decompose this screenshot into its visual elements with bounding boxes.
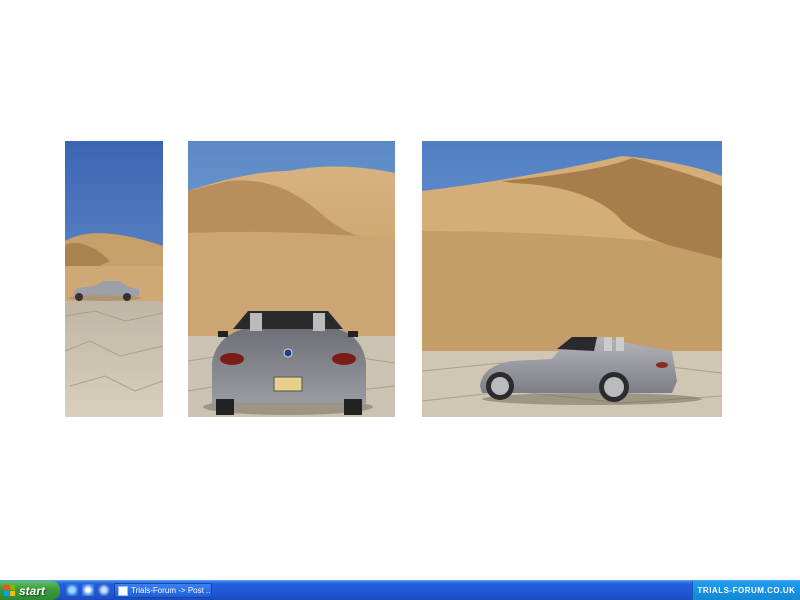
taskbar-window-button[interactable]: Trials-Forum -> Post ... [114,583,212,598]
outlook-express-icon[interactable] [82,584,94,596]
browser-window-icon [118,585,128,596]
wallpaper-panel-left [65,141,163,417]
wallpaper-panel-middle [188,141,395,417]
windows-media-icon[interactable] [98,584,110,596]
taskbar-window-label: Trials-Forum -> Post ... [131,586,212,595]
desert-car-image-left [65,141,163,417]
desert-car-image-right [422,141,722,417]
system-tray: TRIALS-FORUM.CO.UK [692,581,800,600]
wallpaper-panel-right [422,141,722,417]
desktop-wallpaper [0,0,800,580]
desert-car-image-middle [188,141,395,417]
quick-launch-bar [66,584,110,596]
windows-flag-icon [4,584,16,597]
start-button[interactable]: start [0,581,60,600]
tray-watermark-text: TRIALS-FORUM.CO.UK [697,586,796,595]
start-label: start [19,583,46,598]
internet-explorer-icon[interactable] [66,584,78,596]
taskbar: start Trials-Forum -> Post ... TRIALS-FO… [0,580,800,600]
